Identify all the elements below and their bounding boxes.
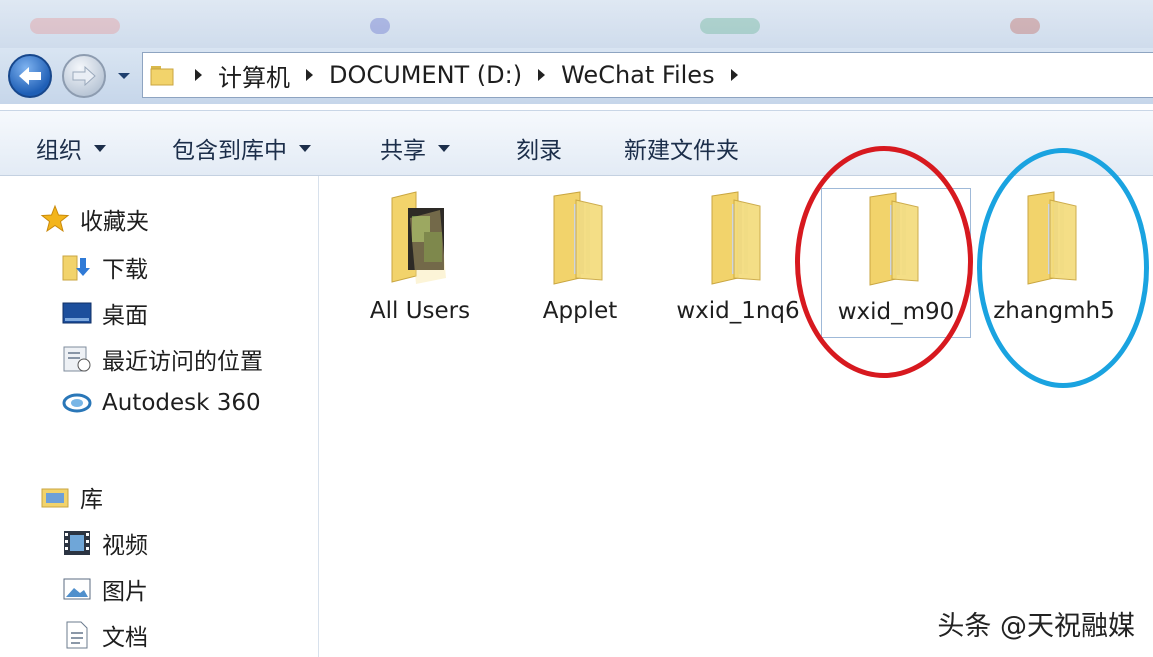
breadcrumb-wechat-files[interactable]: WeChat Files [561,61,714,89]
nav-item-downloads[interactable]: 下载 [62,250,148,284]
nav-documents-label: 文档 [102,625,148,651]
include-in-library-label: 包含到库中 [172,138,287,164]
chevron-down-icon [94,144,106,152]
blue-highlight-circle [977,148,1149,388]
downloads-folder-icon [62,252,92,282]
burn-label: 刻录 [516,138,562,164]
library-folder-icon [40,482,70,512]
breadcrumb-computer[interactable]: 计算机 [218,58,290,93]
navigation-pane: 收藏夹 下载 桌面 最近访问的位置 Autodesk 360 库 视频 图片 文… [0,176,319,657]
video-icon [62,528,92,558]
chevron-down-icon [118,73,130,79]
organize-menu[interactable]: 组织 [36,131,106,165]
back-arrow-icon [19,67,41,85]
nav-autodesk-360-label: Autodesk 360 [102,390,261,416]
recent-pages-dropdown[interactable] [116,68,132,84]
folder-with-photos-icon [380,188,460,288]
new-folder-label: 新建文件夹 [624,138,739,164]
forward-arrow-icon [72,65,96,87]
file-list-view: All Users Applet wxid_1nq6 wxid_m90 zhan… [319,146,1153,657]
nav-desktop-label: 桌面 [102,303,148,329]
breadcrumb-separator[interactable] [730,69,738,81]
back-button[interactable] [8,54,52,98]
share-menu[interactable]: 共享 [380,131,450,165]
new-folder-button[interactable]: 新建文件夹 [624,131,739,165]
folder-name: Applet [542,298,618,324]
forward-button[interactable] [62,54,106,98]
picture-icon [62,574,92,604]
nav-item-videos[interactable]: 视频 [62,526,148,560]
red-highlight-circle [795,146,973,378]
recent-places-icon [62,344,92,374]
folder-item[interactable]: Applet [505,188,655,338]
nav-libraries-label: 库 [80,487,103,513]
organize-label: 组织 [36,138,82,164]
burn-button[interactable]: 刻录 [516,131,562,165]
navigation-bar: 计算机 DOCUMENT (D:) WeChat Files [0,48,1153,104]
nav-downloads-label: 下载 [102,257,148,283]
folder-name: wxid_1nq6 [676,298,800,324]
document-icon [62,620,92,650]
folder-icon [698,188,778,288]
nav-item-recent-places[interactable]: 最近访问的位置 [62,342,263,376]
nav-favorites-header[interactable]: 收藏夹 [40,202,149,236]
folder-icon [540,188,620,288]
nav-item-documents[interactable]: 文档 [62,618,148,652]
nav-item-pictures[interactable]: 图片 [62,572,148,606]
command-toolbar: 组织 包含到库中 共享 刻录 新建文件夹 [0,110,1153,176]
breadcrumb-separator[interactable] [195,69,202,81]
chevron-down-icon [299,144,311,152]
autodesk-360-icon [62,388,92,418]
breadcrumb-drive-d[interactable]: DOCUMENT (D:) [329,61,522,89]
breadcrumb-separator[interactable] [306,69,313,81]
address-bar[interactable]: 计算机 DOCUMENT (D:) WeChat Files [142,52,1153,98]
nav-favorites-label: 收藏夹 [80,209,149,235]
breadcrumb-separator[interactable] [538,69,546,81]
share-label: 共享 [380,138,426,164]
include-in-library-menu[interactable]: 包含到库中 [172,131,311,165]
folder-item[interactable]: All Users [345,188,495,338]
nav-pictures-label: 图片 [102,579,148,605]
star-icon [40,204,70,234]
folder-item[interactable]: wxid_1nq6 [663,188,813,338]
nav-item-desktop[interactable]: 桌面 [62,296,148,330]
window-titlebar [0,0,1153,48]
folder-name: All Users [369,298,471,324]
folder-icon [149,63,175,87]
nav-libraries-header[interactable]: 库 [40,480,103,514]
nav-recent-places-label: 最近访问的位置 [102,349,263,375]
watermark: 头条 @天祝融媒 [937,611,1135,642]
desktop-icon [62,298,92,328]
nav-videos-label: 视频 [102,533,148,559]
nav-item-autodesk-360[interactable]: Autodesk 360 [62,388,261,418]
chevron-down-icon [438,144,450,152]
